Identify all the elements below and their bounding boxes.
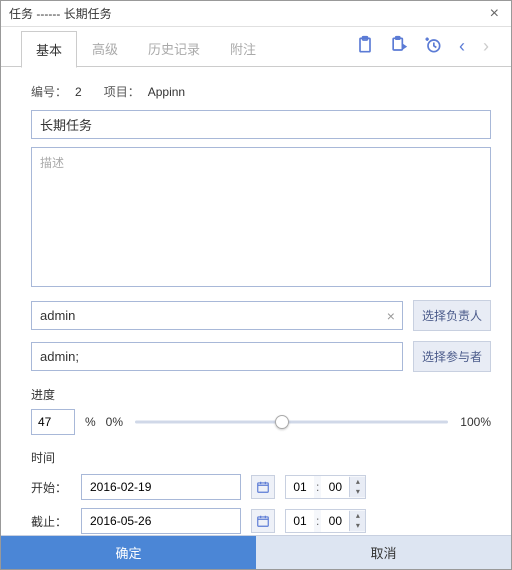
cancel-button[interactable]: 取消 [256,536,511,569]
time-section-label: 时间 [31,449,491,466]
toolbar-actions: ‹ › [355,35,491,58]
ok-button[interactable]: 确定 [1,536,256,569]
titlebar: 任务 ------ 长期任务 × [1,1,511,27]
start-calendar-button[interactable] [251,475,275,499]
id-label: 编号： [31,83,67,100]
participants-row: 选择参与者 [31,341,491,372]
window-title: 任务 ------ 长期任务 [9,5,486,22]
close-icon[interactable]: × [486,5,503,23]
end-time-picker[interactable]: : ▴▾ [285,509,366,533]
tab-history[interactable]: 历史记录 [133,30,215,67]
description-textarea[interactable] [31,147,491,287]
end-date-input[interactable] [81,508,241,534]
next-icon: › [481,36,491,57]
end-calendar-button[interactable] [251,509,275,533]
clear-owner-icon[interactable]: × [387,308,395,324]
tab-notes[interactable]: 附注 [215,30,271,67]
progress-label: 进度 [31,386,491,403]
start-hour[interactable] [286,476,314,498]
select-owner-button[interactable]: 选择负责人 [413,300,491,331]
end-time-spinner[interactable]: ▴▾ [349,511,365,531]
end-minute[interactable] [321,510,349,532]
add-time-icon[interactable] [423,35,443,58]
start-time-picker[interactable]: : ▴▾ [285,475,366,499]
meta-row: 编号： 2 项目： Appinn [31,83,491,100]
start-date-input[interactable] [81,474,241,500]
content-pane: 编号： 2 项目： Appinn × 选择负责人 选择参与者 进度 % 0% [1,66,511,535]
time-colon: : [314,480,321,494]
prev-icon[interactable]: ‹ [457,36,467,57]
project-value: Appinn [148,85,185,99]
start-time-spinner[interactable]: ▴▾ [349,477,365,497]
id-value: 2 [75,85,82,99]
start-time-row: 开始： : ▴▾ [31,474,491,500]
tab-advanced[interactable]: 高级 [77,30,133,67]
slider-thumb[interactable] [275,415,289,429]
progress-max-label: 100% [460,415,491,429]
time-colon: : [314,514,321,528]
toolbar: 基本 高级 历史记录 附注 ‹ › [1,27,511,67]
tabs: 基本 高级 历史记录 附注 [21,30,271,67]
task-dialog: 任务 ------ 长期任务 × 基本 高级 历史记录 附注 ‹ › 编号： 2 [0,0,512,570]
percent-sign: % [85,415,96,429]
select-participants-button[interactable]: 选择参与者 [413,341,491,372]
progress-slider[interactable] [135,412,448,432]
project-label: 项目： [104,83,140,100]
copy-forward-icon[interactable] [389,35,409,58]
participants-input[interactable] [31,342,403,371]
end-hour[interactable] [286,510,314,532]
progress-min-label: 0% [106,415,123,429]
end-label: 截止： [31,513,71,530]
tab-basic[interactable]: 基本 [21,31,77,68]
progress-row: % 0% 100% [31,409,491,435]
task-name-input[interactable] [31,110,491,139]
progress-value-input[interactable] [31,409,75,435]
start-label: 开始： [31,479,71,496]
end-time-row: 截止： : ▴▾ [31,508,491,534]
dialog-footer: 确定 取消 [1,535,511,569]
paste-icon[interactable] [355,35,375,58]
owner-row: × 选择负责人 [31,300,491,331]
owner-input[interactable] [31,301,403,330]
start-minute[interactable] [321,476,349,498]
